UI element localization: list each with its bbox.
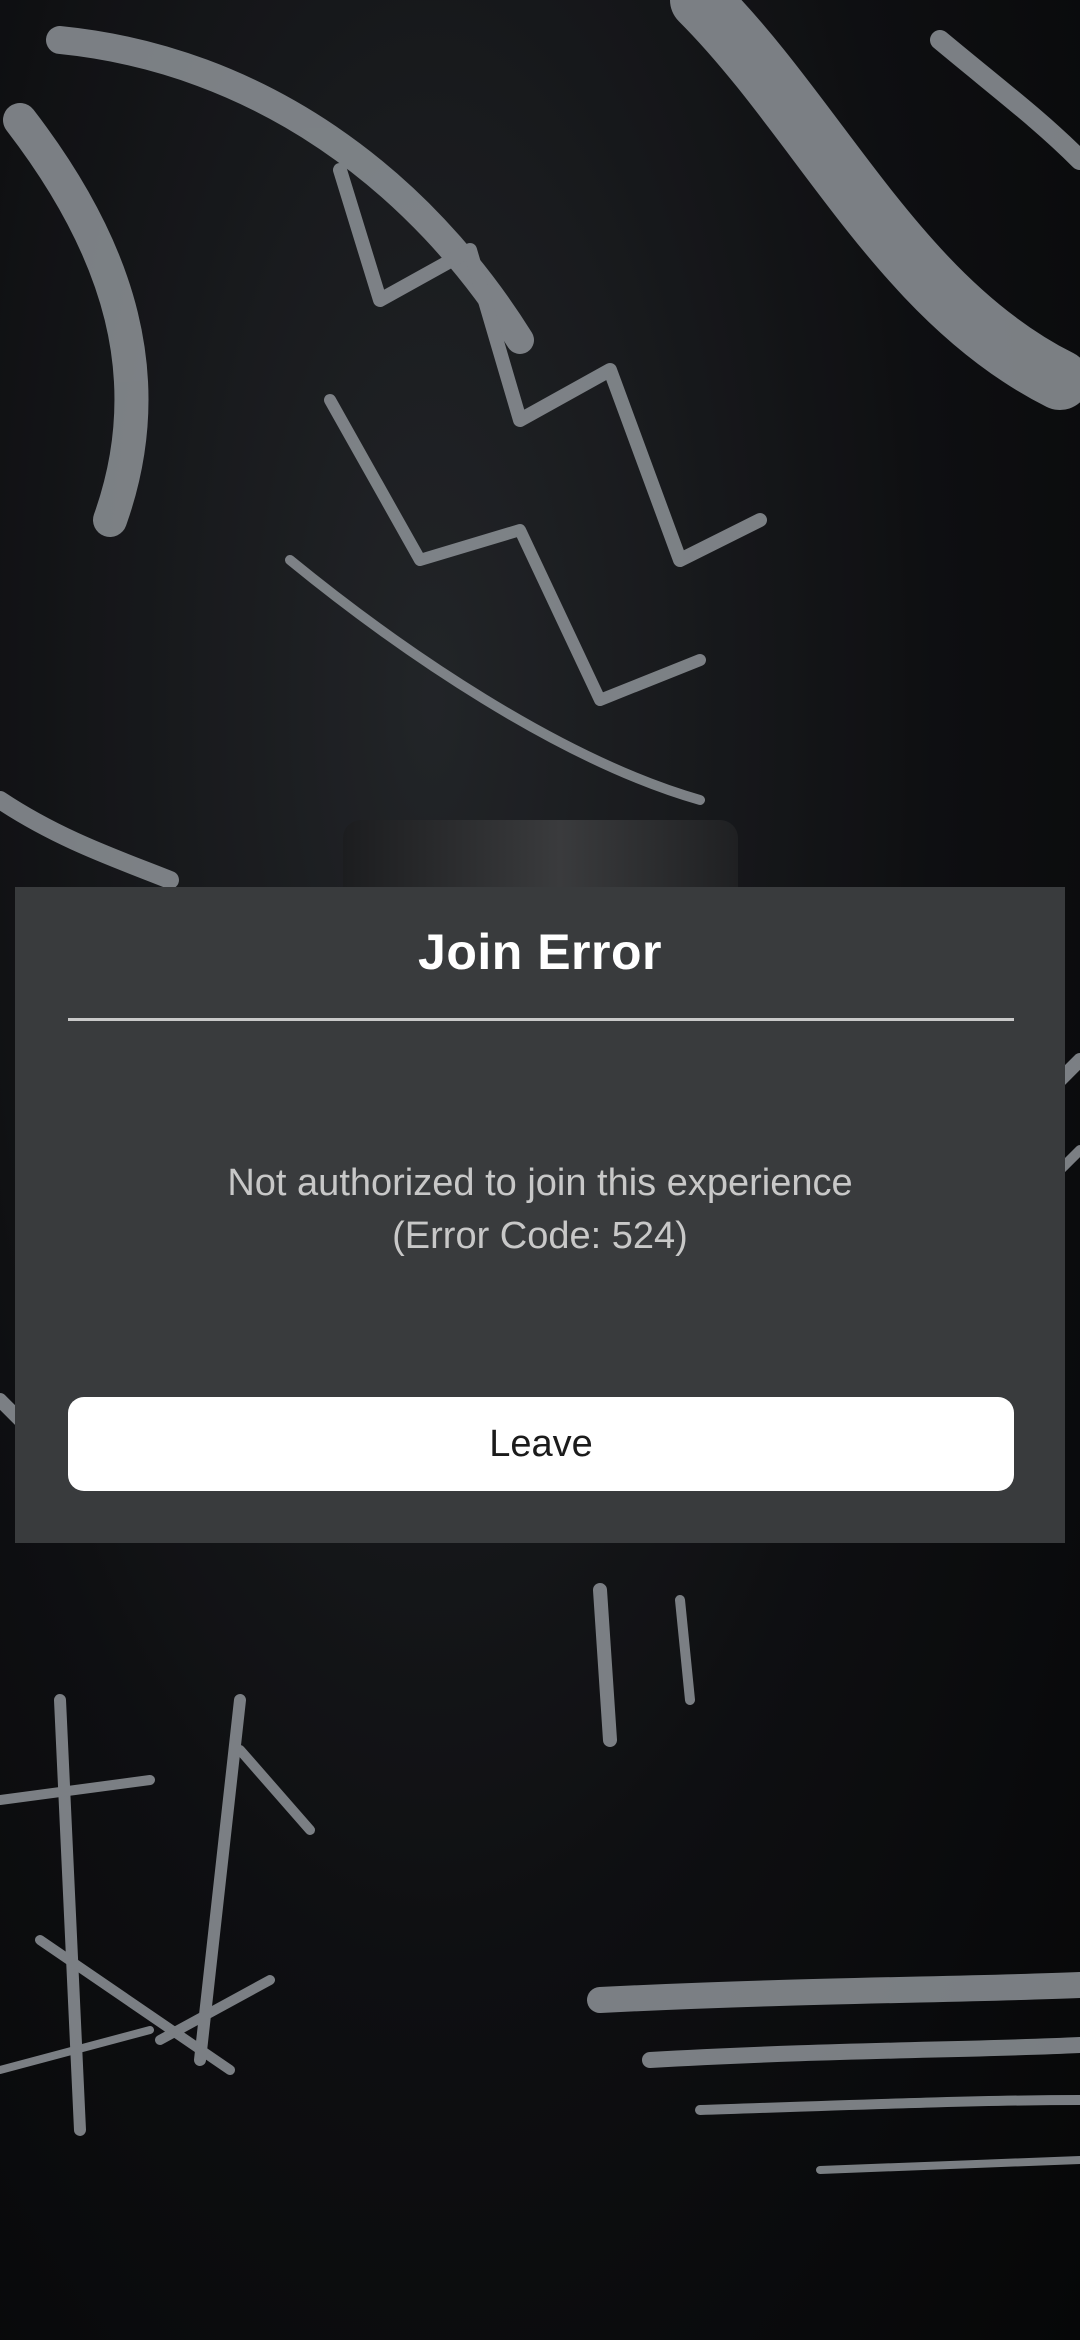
dialog-title: Join Error: [418, 924, 662, 980]
error-code-text: (Error Code: 524): [392, 1215, 688, 1257]
leave-button[interactable]: Leave: [68, 1397, 1014, 1491]
screen: Join Error Not authorized to join this e…: [0, 0, 1080, 2340]
leave-button-label: Leave: [489, 1422, 593, 1465]
title-divider: [68, 1018, 1014, 1021]
error-message-text: Not authorized to join this experience: [227, 1162, 853, 1204]
join-error-dialog: Join Error Not authorized to join this e…: [15, 887, 1065, 1543]
error-message: Not authorized to join this experience (…: [15, 1157, 1065, 1263]
